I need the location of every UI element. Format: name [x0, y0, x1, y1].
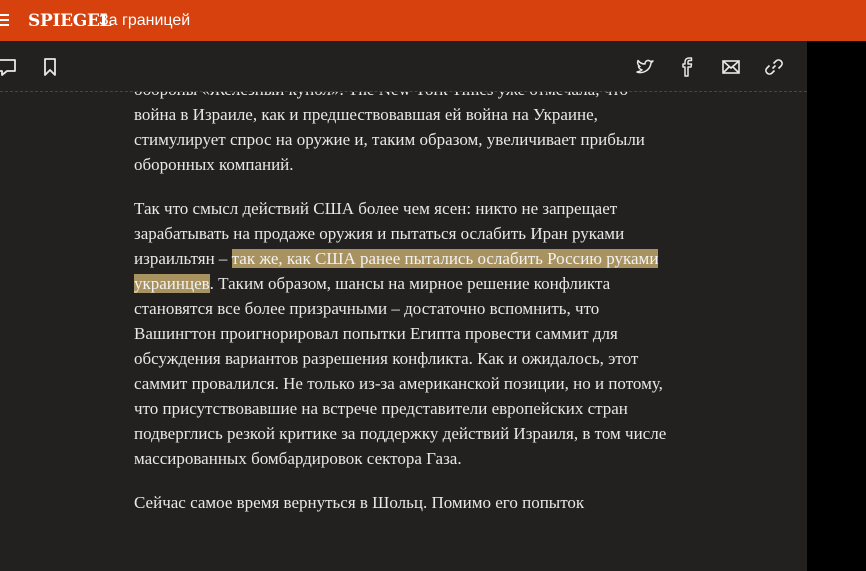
link-icon[interactable]	[763, 56, 785, 78]
facebook-icon[interactable]	[676, 56, 698, 78]
paragraph-text: . Таким образом, шансы на мирное решение…	[134, 274, 667, 468]
comment-icon[interactable]	[0, 56, 18, 78]
article-toolbar	[0, 41, 807, 92]
article-paragraph: Так что смысл действий США более чем ясе…	[134, 196, 674, 471]
article-paragraph: обороны «Железный купол». The New York T…	[134, 77, 674, 177]
menu-icon[interactable]	[0, 14, 10, 26]
top-bar: SPIEGEL За границей	[0, 0, 866, 41]
right-pane	[807, 41, 866, 571]
article-body: обороны «Железный купол». The New York T…	[134, 77, 674, 534]
twitter-icon[interactable]	[634, 56, 656, 78]
mail-icon[interactable]	[720, 56, 742, 78]
paragraph-text: Сейчас самое время вернуться в Шольц. По…	[134, 493, 585, 512]
article-pane: обороны «Железный купол». The New York T…	[0, 41, 807, 571]
section-title[interactable]: За границей	[99, 11, 190, 31]
article-paragraph: Сейчас самое время вернуться в Шольц. По…	[134, 490, 674, 515]
bookmark-icon[interactable]	[39, 56, 61, 78]
